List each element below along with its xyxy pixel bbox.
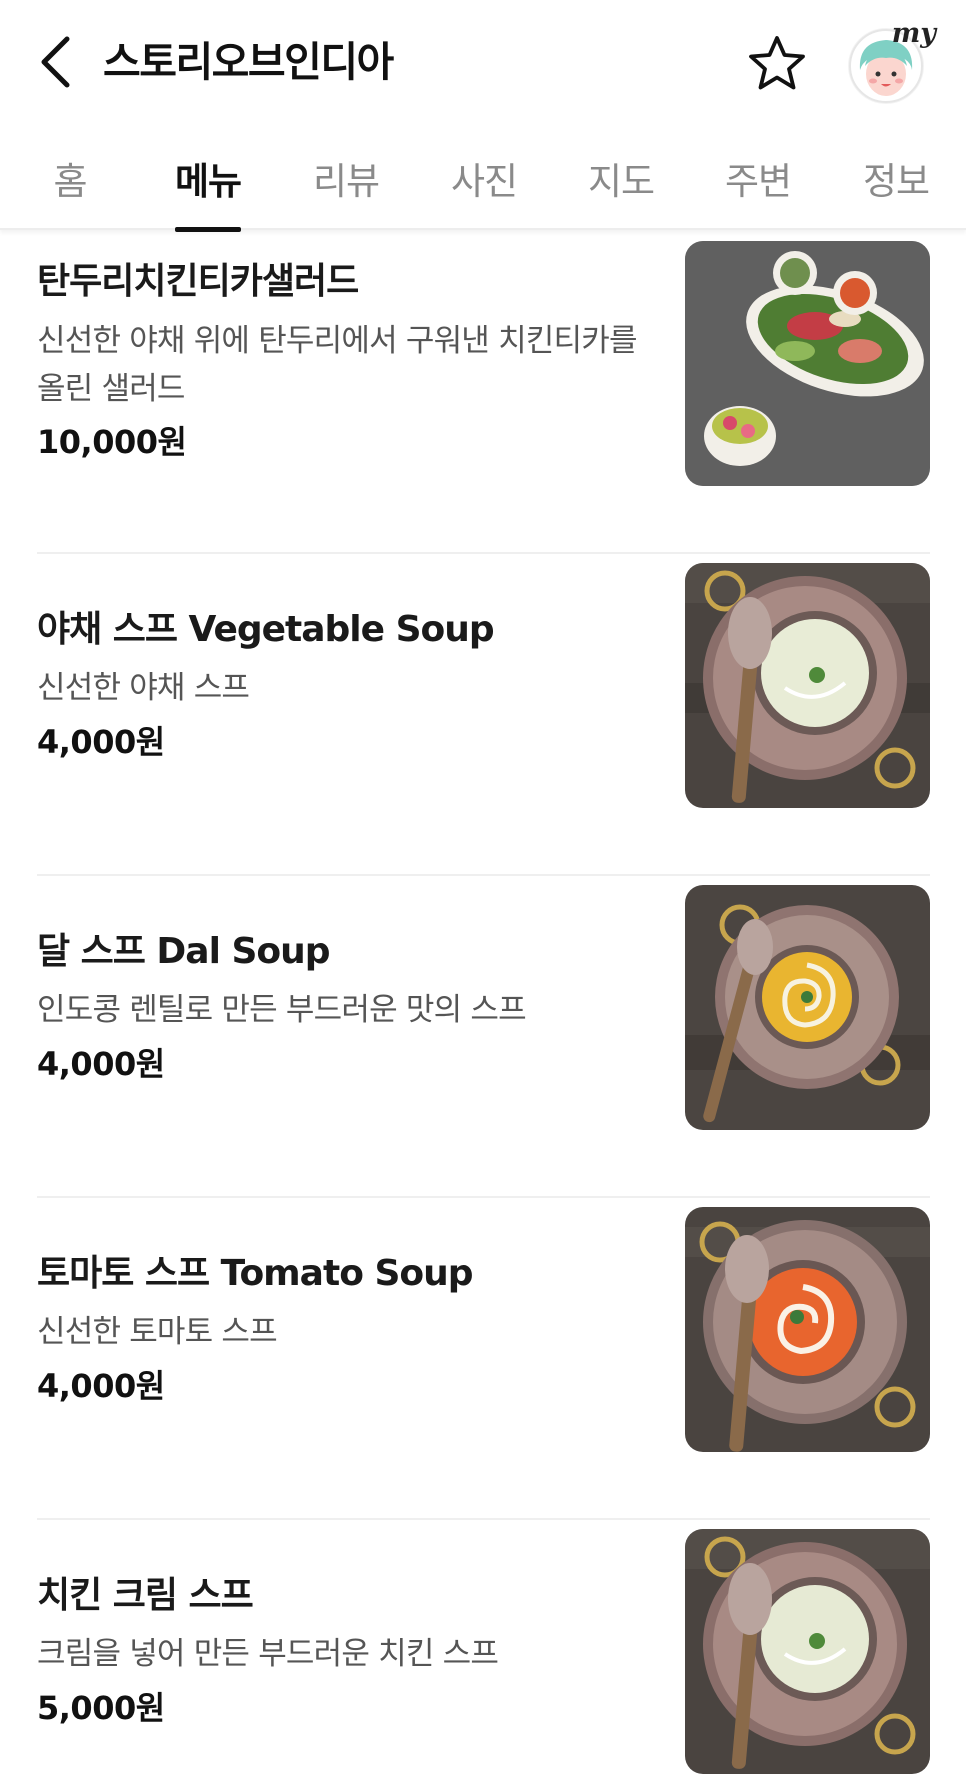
- menu-item-name: 토마토 스프 Tomato Soup: [37, 1253, 474, 1294]
- menu-item-name: 야채 스프 Vegetable Soup: [37, 609, 495, 650]
- chevron-left-icon: [41, 36, 70, 88]
- tab-nearby[interactable]: 주변: [698, 125, 818, 230]
- tab-label: 메뉴: [174, 159, 242, 203]
- menu-item[interactable]: 토마토 스프 Tomato Soup 신선한 토마토 스프 4,000원: [37, 1198, 930, 1520]
- avatar-badge: my: [891, 18, 936, 49]
- menu-item[interactable]: 탄두리치킨티카샐러드 신선한 야채 위에 탄두리에서 구워낸 치킨티카를 올린 …: [37, 232, 930, 554]
- favorite-button[interactable]: [744, 30, 810, 96]
- tab-reviews[interactable]: 리뷰: [286, 125, 406, 230]
- menu-item-photo: [685, 241, 930, 486]
- menu-item-photo: [685, 885, 930, 1130]
- tab-bar: 홈 메뉴 리뷰 사진 지도 주변 정보: [0, 125, 966, 232]
- tab-info[interactable]: 정보: [836, 125, 956, 230]
- back-button[interactable]: [30, 30, 80, 94]
- menu-item-price: 4,000원: [37, 1045, 165, 1083]
- menu-item-description: 신선한 야채 위에 탄두리에서 구워낸 치킨티카를 올린 샐러드: [37, 323, 637, 407]
- star-outline-icon: [749, 36, 805, 90]
- menu-item-photo: [685, 563, 930, 808]
- menu-item[interactable]: 야채 스프 Vegetable Soup 신선한 야채 스프 4,000원: [37, 554, 930, 876]
- menu-item-description: 신선한 야채 스프: [37, 670, 250, 706]
- tab-label: 홈: [53, 159, 87, 203]
- my-profile-avatar[interactable]: my: [846, 18, 936, 106]
- menu-item-price: 4,000원: [37, 1367, 165, 1405]
- menu-item[interactable]: 달 스프 Dal Soup 인도콩 렌틸로 만든 부드러운 맛의 스프 4,00…: [37, 876, 930, 1198]
- menu-item-name: 탄두리치킨티카샐러드: [37, 261, 359, 302]
- tab-map[interactable]: 지도: [561, 125, 681, 230]
- menu-item-photo: [685, 1207, 930, 1452]
- menu-item-price: 4,000원: [37, 723, 165, 761]
- menu-item-price: 10,000원: [37, 423, 187, 461]
- top-bar: 스토리오브인디아 my: [0, 0, 966, 125]
- menu-item-description: 크림을 넣어 만든 부드러운 치킨 스프: [37, 1636, 499, 1672]
- menu-item-photo: [685, 1529, 930, 1774]
- menu-item-name: 달 스프 Dal Soup: [37, 931, 331, 972]
- menu-item-name: 치킨 크림 스프: [37, 1575, 254, 1616]
- tab-label: 사진: [450, 159, 518, 203]
- tab-home[interactable]: 홈: [10, 125, 130, 230]
- tab-label: 정보: [862, 159, 930, 203]
- tab-photos[interactable]: 사진: [424, 125, 544, 230]
- menu-item-description: 신선한 토마토 스프: [37, 1314, 278, 1350]
- menu-item-description: 인도콩 렌틸로 만든 부드러운 맛의 스프: [37, 992, 527, 1028]
- tab-label: 리뷰: [312, 159, 380, 203]
- page-title: 스토리오브인디아: [103, 38, 394, 86]
- menu-item[interactable]: 치킨 크림 스프 크림을 넣어 만든 부드러운 치킨 스프 5,000원: [37, 1520, 930, 1775]
- tab-label: 주변: [724, 159, 792, 203]
- menu-item-price: 5,000원: [37, 1689, 165, 1727]
- tab-menu[interactable]: 메뉴: [148, 125, 268, 232]
- tab-label: 지도: [587, 159, 655, 203]
